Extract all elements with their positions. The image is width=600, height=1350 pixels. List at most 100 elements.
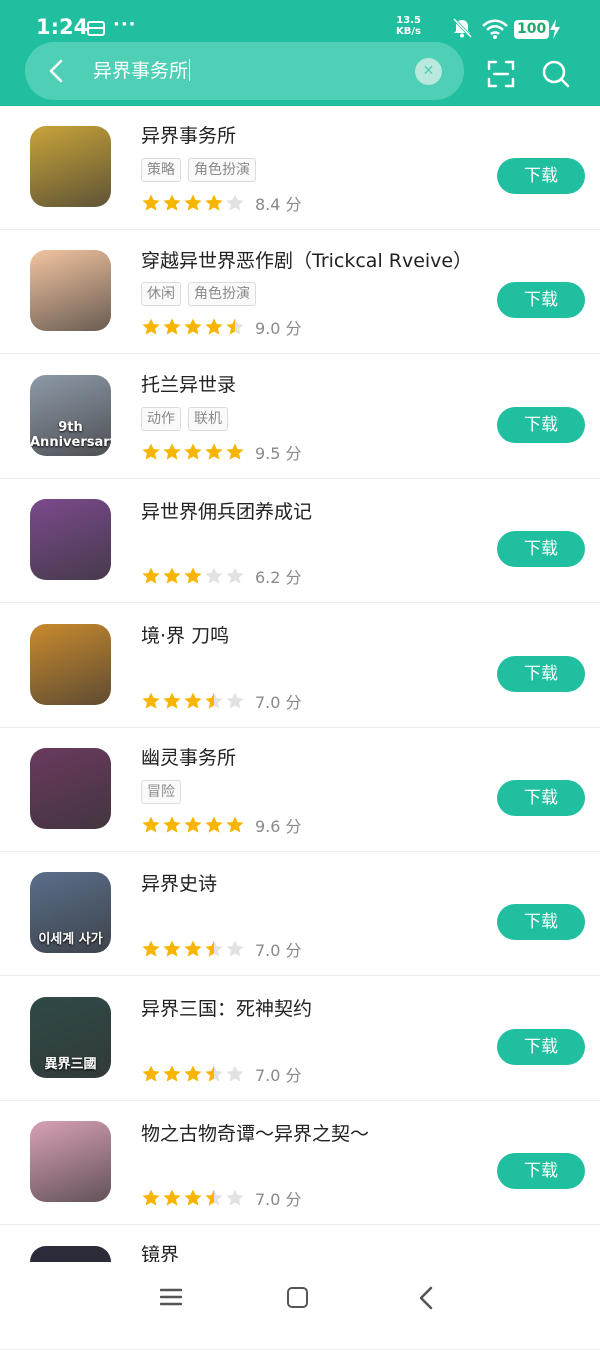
star-icon bbox=[163, 194, 181, 211]
rating: 7.0 分 bbox=[141, 689, 302, 712]
star-icon bbox=[205, 194, 223, 211]
app-name[interactable]: 幽灵事务所 bbox=[141, 746, 236, 770]
rating: 9.0 分 bbox=[141, 315, 302, 338]
more-notifications-icon: ··· bbox=[113, 14, 137, 35]
tag-list: 动作 联机 bbox=[141, 407, 235, 431]
download-button[interactable]: 下载 bbox=[497, 780, 585, 816]
result-item[interactable]: 이세계 사가 异界史诗 7.0 分 下载 bbox=[0, 852, 600, 976]
rating-score: 7.0 分 bbox=[255, 693, 302, 712]
star-icon bbox=[163, 318, 181, 335]
rating: 7.0 分 bbox=[141, 937, 302, 960]
download-button[interactable]: 下载 bbox=[497, 531, 585, 567]
star-icon bbox=[184, 318, 202, 335]
app-icon[interactable] bbox=[30, 250, 111, 331]
result-item[interactable]: 異界三國 异界三国：死神契约 7.0 分 下载 bbox=[0, 977, 600, 1101]
star-icon bbox=[184, 567, 202, 584]
star-icon bbox=[142, 567, 160, 584]
app-name[interactable]: 境·界 刀鸣 bbox=[141, 624, 229, 648]
wallet-card-icon bbox=[87, 21, 105, 36]
star-icon bbox=[142, 1065, 160, 1082]
nav-back-icon[interactable] bbox=[416, 1286, 436, 1310]
star-icon bbox=[163, 940, 181, 957]
back-arrow-icon[interactable] bbox=[44, 58, 70, 84]
star-icon bbox=[226, 816, 244, 833]
search-query: 异界事务所 bbox=[93, 60, 189, 82]
download-button[interactable]: 下载 bbox=[497, 158, 585, 194]
network-speed-unit: KB/s bbox=[396, 26, 421, 37]
result-item[interactable]: 9th Anniversary 托兰异世录动作 联机 9.5 分 下载 bbox=[0, 355, 600, 479]
star-icon bbox=[226, 692, 244, 709]
category-tag: 策略 bbox=[141, 158, 181, 182]
app-icon[interactable] bbox=[30, 748, 111, 829]
tag-list: 策略 角色扮演 bbox=[141, 158, 263, 182]
star-icon bbox=[163, 567, 181, 584]
app-name[interactable]: 异界事务所 bbox=[141, 124, 236, 148]
app-icon[interactable]: 이세계 사가 bbox=[30, 872, 111, 953]
app-icon[interactable] bbox=[30, 126, 111, 207]
category-tag: 角色扮演 bbox=[188, 282, 256, 306]
app-name[interactable]: 异界史诗 bbox=[141, 872, 217, 896]
app-icon-caption: 異界三國 bbox=[44, 1057, 97, 1072]
app-name[interactable]: 异世界佣兵团养成记 bbox=[141, 500, 312, 524]
download-button[interactable]: 下载 bbox=[497, 1029, 585, 1065]
star-icon bbox=[142, 443, 160, 460]
app-icon[interactable]: 異界三國 bbox=[30, 997, 111, 1078]
result-item[interactable]: 幽灵事务所冒险 9.6 分 下载 bbox=[0, 728, 600, 852]
star-icon bbox=[142, 194, 160, 211]
result-item[interactable]: 穿越异世界恶作剧（Trickcal Rveive） 休闲 角色扮演 9.0 分 下载 bbox=[0, 230, 600, 354]
rating: 9.5 分 bbox=[141, 440, 302, 463]
app-name[interactable]: 穿越异世界恶作剧（Trickcal Rveive） bbox=[141, 249, 472, 273]
app-icon[interactable] bbox=[30, 624, 111, 705]
star-icon bbox=[205, 940, 223, 957]
download-button[interactable]: 下载 bbox=[497, 407, 585, 443]
rating-score: 7.0 分 bbox=[255, 1066, 302, 1085]
rating: 6.2 分 bbox=[141, 564, 302, 587]
star-icon bbox=[205, 567, 223, 584]
recent-apps-icon[interactable] bbox=[160, 1288, 182, 1306]
download-button[interactable]: 下载 bbox=[497, 1153, 585, 1189]
tag-list: 冒险 bbox=[141, 780, 188, 804]
star-icon bbox=[184, 1189, 202, 1206]
result-item[interactable]: 境·界 刀鸣 7.0 分 下载 bbox=[0, 604, 600, 728]
rating: 9.6 分 bbox=[141, 813, 302, 836]
star-icon bbox=[142, 940, 160, 957]
top-bar: 1:24 ··· 13.5 KB/s 100 异界事务所 ✕ bbox=[0, 0, 600, 106]
star-rating bbox=[141, 691, 246, 712]
star-icon bbox=[205, 443, 223, 460]
result-item[interactable]: 异界事务所策略 角色扮演 8.4 分 下载 bbox=[0, 106, 600, 230]
charging-icon bbox=[550, 19, 560, 39]
app-name[interactable]: 物之古物奇谭～异界之契～ bbox=[141, 1122, 369, 1146]
search-icon[interactable] bbox=[541, 59, 571, 89]
category-tag: 休闲 bbox=[141, 282, 181, 306]
home-icon[interactable] bbox=[287, 1287, 308, 1308]
search-input[interactable]: 异界事务所 bbox=[93, 59, 191, 83]
app-icon[interactable] bbox=[30, 499, 111, 580]
category-tag: 冒险 bbox=[141, 780, 181, 804]
app-name[interactable]: 托兰异世录 bbox=[141, 373, 236, 397]
result-item[interactable]: 异世界佣兵团养成记 6.2 分 下载 bbox=[0, 479, 600, 603]
star-icon bbox=[226, 443, 244, 460]
download-button[interactable]: 下载 bbox=[497, 282, 585, 318]
star-rating bbox=[141, 442, 246, 463]
star-icon bbox=[226, 1065, 244, 1082]
download-button[interactable]: 下载 bbox=[497, 904, 585, 940]
network-speed-value: 13.5 bbox=[396, 15, 421, 26]
search-bar[interactable] bbox=[25, 42, 464, 100]
app-name[interactable]: 异界三国：死神契约 bbox=[141, 997, 312, 1021]
star-icon bbox=[163, 816, 181, 833]
app-icon[interactable] bbox=[30, 1121, 111, 1202]
bell-muted-icon bbox=[452, 17, 473, 39]
tag-list: 休闲 角色扮演 bbox=[141, 282, 263, 306]
star-icon bbox=[142, 692, 160, 709]
star-icon bbox=[184, 1065, 202, 1082]
rating-score: 6.2 分 bbox=[255, 568, 302, 587]
star-icon bbox=[184, 692, 202, 709]
star-icon bbox=[226, 940, 244, 957]
app-icon[interactable]: 9th Anniversary bbox=[30, 375, 111, 456]
scan-frame-icon[interactable] bbox=[487, 60, 515, 88]
result-item[interactable]: 物之古物奇谭～异界之契～ 7.0 分 下载 bbox=[0, 1101, 600, 1225]
rating-score: 9.5 分 bbox=[255, 444, 302, 463]
rating-score: 8.4 分 bbox=[255, 195, 302, 214]
clear-x-icon[interactable]: ✕ bbox=[415, 58, 442, 85]
download-button[interactable]: 下载 bbox=[497, 656, 585, 692]
